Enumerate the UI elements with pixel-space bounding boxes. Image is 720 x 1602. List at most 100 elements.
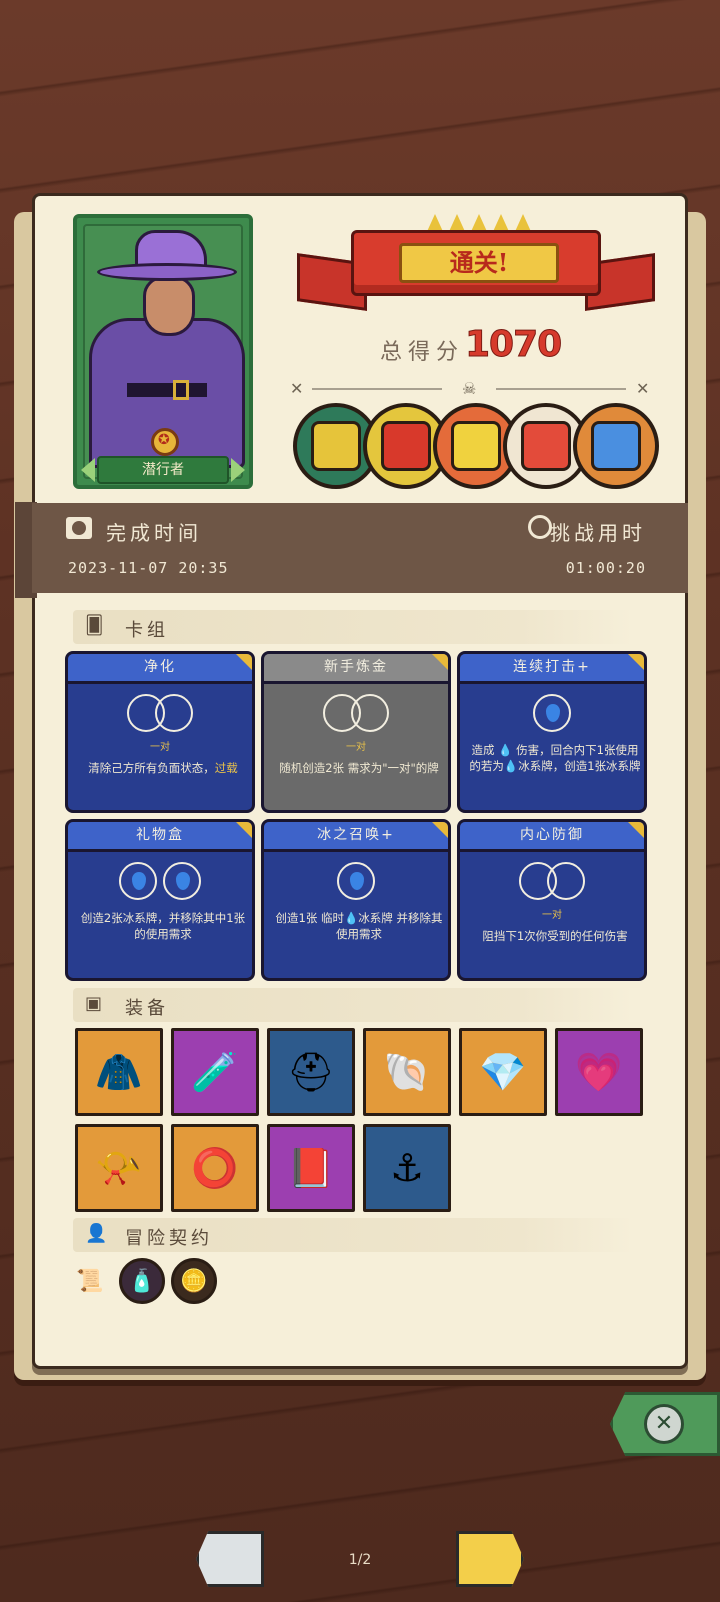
- card-requirement-icon: [68, 694, 252, 734]
- card-description-text: 清除己方所有负面状态，: [88, 761, 215, 775]
- close-icon[interactable]: ✕: [644, 1404, 684, 1444]
- banner-text: 通关!: [399, 243, 559, 283]
- blue-crystal-icon[interactable]: 💎: [459, 1028, 547, 1116]
- equipment-glyph: 🐚: [383, 1049, 431, 1094]
- medal-icon: [151, 428, 179, 456]
- card-requirement-icon: [460, 862, 644, 902]
- contract-glyph: 🧴: [128, 1268, 156, 1294]
- card-subtitle: 一对: [150, 742, 170, 753]
- equipment-glyph: 🧪: [191, 1049, 239, 1094]
- deck-card[interactable]: 冰之召唤+ 创造1张 临时💧冰系牌 并移除其使用需求: [261, 819, 451, 981]
- spiked-bracelet-icon[interactable]: ⭕: [171, 1124, 259, 1212]
- skull-icon: ☠: [462, 379, 477, 398]
- card-description: 阻挡下1次你受到的任何伤害: [468, 928, 642, 944]
- character-belt: [127, 383, 207, 397]
- card-subtitle: 一对: [346, 742, 366, 753]
- card-title: 冰之召唤+: [264, 822, 448, 852]
- finish-time-value: 2023-11-07 20:35: [68, 559, 229, 577]
- ornament-divider: ✕ ☠ ✕: [290, 379, 650, 399]
- card-requirement-icon: [264, 862, 448, 902]
- victory-banner: 通关!: [351, 230, 601, 296]
- card-title: 新手炼金: [264, 654, 448, 684]
- belt-buckle: [173, 380, 189, 400]
- prev-page-button[interactable]: [196, 1531, 264, 1587]
- boss-face: [521, 421, 571, 471]
- crossed-swords-icon: ✕: [290, 379, 304, 398]
- card-description-text: 造成 💧 伤害，回合内下1张使用的若为💧冰系牌，创造1张冰系牌: [469, 743, 641, 773]
- equipment-glyph: 💎: [479, 1049, 527, 1094]
- equipment-glyph: ⛑: [286, 1049, 336, 1094]
- hat-brim: [97, 263, 237, 281]
- score-value: 1070: [464, 324, 562, 366]
- deck-card[interactable]: 净化一对清除己方所有负面状态，过载: [65, 651, 255, 813]
- boss-face: [451, 421, 501, 471]
- result-panel: 潜行者 通关! 总得分 1070 ✕ ☠ ✕ 完成时间 挑战用时 2023-11…: [15, 193, 688, 1369]
- card-description-text: 阻挡下1次你受到的任何伤害: [482, 929, 628, 943]
- equipment-glyph: 📕: [287, 1145, 335, 1190]
- crystal-golem-boss-icon[interactable]: [573, 403, 659, 489]
- card-keyword: 过载: [214, 761, 238, 775]
- equipment-glyph: ⭕: [191, 1145, 239, 1190]
- finish-time-label: 完成时间: [106, 521, 202, 545]
- purple-potion-icon[interactable]: 🧪: [171, 1028, 259, 1116]
- gold-coin-icon[interactable]: 🪙: [171, 1258, 217, 1304]
- deck-card[interactable]: 内心防御 一对 阻挡下1次你受到的任何伤害: [457, 819, 647, 981]
- next-character-arrow-icon[interactable]: [231, 458, 245, 482]
- contract-glyph: 📜: [76, 1268, 104, 1294]
- card-requirement-icon: [68, 862, 252, 902]
- scroll-icon[interactable]: 📜: [67, 1258, 113, 1304]
- golden-helmet-icon[interactable]: ⛑: [267, 1028, 355, 1116]
- equipment-glyph: 💗: [575, 1049, 623, 1094]
- cards-icon: 🂠: [85, 615, 104, 636]
- next-page-button[interactable]: [456, 1531, 524, 1587]
- horn-icon[interactable]: 📯: [75, 1124, 163, 1212]
- defeated-bosses: [293, 403, 663, 491]
- card-requirement-icon: [460, 694, 644, 734]
- contract-label: 冒险契约: [125, 1228, 213, 1249]
- equipment-label: 装备: [125, 998, 169, 1019]
- challenge-time-value: 01:00:20: [565, 559, 646, 577]
- card-description: 创造1张 临时💧冰系牌 并移除其使用需求: [272, 910, 446, 942]
- deck-card[interactable]: 新手炼金一对随机创造2张 需求为"一对"的牌: [261, 651, 451, 813]
- equipment-glyph: 📯: [95, 1145, 143, 1190]
- card-description-text: 创造1张 临时💧冰系牌 并移除其使用需求: [275, 911, 443, 941]
- character-name: 潜行者: [97, 456, 229, 484]
- card-requirement-icon: [264, 694, 448, 734]
- box-icon: ▣: [85, 993, 103, 1014]
- stopwatch-icon: [528, 515, 552, 539]
- prev-character-arrow-icon[interactable]: [81, 458, 95, 482]
- boss-face: [591, 421, 641, 471]
- character-portrait[interactable]: 潜行者: [73, 214, 253, 489]
- heart-pendant-icon[interactable]: 💗: [555, 1028, 643, 1116]
- page-indicator: 1/2: [348, 1552, 372, 1568]
- equipment-glyph: ⚓: [389, 1146, 425, 1190]
- character-face: [143, 276, 195, 336]
- anchor-hook-icon[interactable]: ⚓: [363, 1124, 451, 1212]
- score-label: 总得分: [380, 340, 465, 365]
- contract-section-header: 👤 冒险契约: [73, 1218, 633, 1252]
- bottle-icon[interactable]: 🧴: [119, 1258, 165, 1304]
- contract-glyph: 🪙: [180, 1268, 208, 1294]
- challenge-time-label: 挑战用时: [550, 521, 646, 545]
- boss-face: [381, 421, 431, 471]
- deck-section-header: 🂠 卡组: [73, 610, 633, 644]
- card-description: 创造2张冰系牌，并移除其中1张的使用需求: [76, 910, 250, 942]
- card-title: 礼物盒: [68, 822, 252, 852]
- card-description: 随机创造2张 需求为"一对"的牌: [272, 760, 446, 776]
- green-shell-icon[interactable]: 🐚: [363, 1028, 451, 1116]
- card-description: 清除己方所有负面状态，过载: [76, 760, 250, 776]
- crossed-swords-icon: ✕: [636, 379, 650, 398]
- deck-label: 卡组: [125, 620, 169, 641]
- card-description: 造成 💧 伤害，回合内下1张使用的若为💧冰系牌，创造1张冰系牌: [468, 742, 642, 774]
- equipment-glyph: 🧥: [95, 1049, 143, 1094]
- card-description-text: 创造2张冰系牌，并移除其中1张的使用需求: [80, 911, 246, 941]
- equipment-section-header: ▣ 装备: [73, 988, 633, 1022]
- boss-face: [311, 421, 361, 471]
- sweater-icon[interactable]: 🧥: [75, 1028, 163, 1116]
- golden-book-icon[interactable]: 📕: [267, 1124, 355, 1212]
- card-subtitle: 一对: [542, 910, 562, 921]
- deck-card[interactable]: 连续打击+ 造成 💧 伤害，回合内下1张使用的若为💧冰系牌，创造1张冰系牌: [457, 651, 647, 813]
- deck-card[interactable]: 礼物盒创造2张冰系牌，并移除其中1张的使用需求: [65, 819, 255, 981]
- film-icon: [66, 517, 92, 539]
- card-title: 净化: [68, 654, 252, 684]
